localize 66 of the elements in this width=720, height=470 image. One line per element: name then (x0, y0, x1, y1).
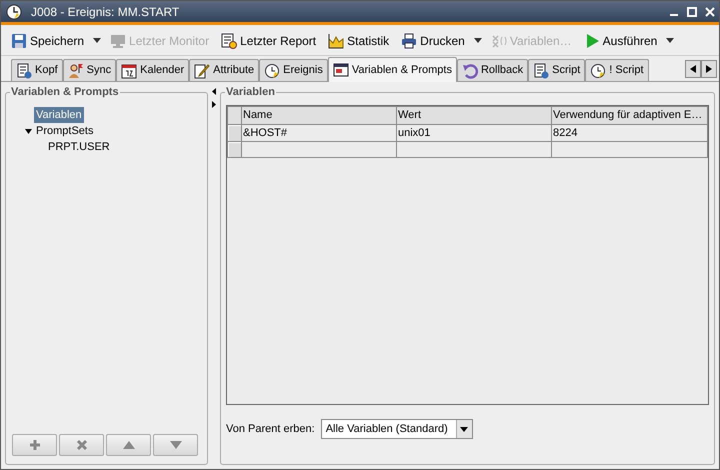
calendar-icon (121, 62, 138, 78)
right-arrow-icon (706, 65, 712, 73)
window-icon (332, 62, 349, 78)
tab[interactable]: Variablen & Prompts (328, 57, 457, 82)
toolbar-button[interactable]: Speichern (9, 28, 86, 52)
row-header[interactable] (228, 142, 242, 158)
toolbar-button[interactable]: Letzter Report (219, 28, 318, 52)
clock-icon (264, 62, 280, 78)
window-title: J008 - Ereignis: MM.START (31, 4, 180, 20)
move-up-button[interactable] (106, 434, 151, 456)
table-cell[interactable] (242, 142, 396, 158)
left-arrow-icon (690, 65, 696, 73)
person-flag-icon (68, 62, 84, 78)
column-header[interactable]: Name (242, 106, 396, 124)
column-header[interactable]: Wert (396, 106, 552, 124)
tab[interactable]: Kopf (11, 59, 63, 81)
add-button[interactable] (12, 434, 57, 456)
clock-icon (590, 62, 606, 78)
plus-icon (28, 438, 42, 452)
toolbar-button[interactable]: Statistik (326, 28, 392, 52)
document-icon (16, 62, 32, 78)
row-header[interactable] (228, 124, 242, 142)
collapse-left-icon[interactable] (212, 88, 216, 95)
table-cell[interactable] (396, 142, 552, 158)
dropdown-arrow-icon (460, 426, 468, 432)
panel-title: Variablen & Prompts (10, 84, 120, 100)
expand-right-icon[interactable] (212, 101, 216, 108)
variables-icon (490, 32, 507, 48)
inherit-dropdown[interactable]: Alle Variablen (Standard) (320, 419, 473, 439)
printer-icon (401, 32, 418, 48)
tree-item[interactable]: PRPT.USER (46, 138, 112, 156)
tab[interactable]: Script (528, 59, 586, 81)
pencil-icon (194, 62, 210, 78)
tab[interactable]: Sync (62, 59, 116, 81)
caret-icon (474, 38, 482, 43)
tree-item[interactable]: PromptSets (34, 122, 96, 140)
chart-icon (328, 32, 344, 48)
scroll-right-button[interactable] (701, 60, 717, 78)
close-icon[interactable] (705, 6, 715, 16)
table-cell[interactable] (552, 142, 708, 158)
caret-icon (666, 38, 674, 43)
table-cell[interactable]: 8224 (552, 124, 708, 142)
tab[interactable]: Kalender (116, 59, 190, 81)
tab[interactable]: Rollback (456, 59, 528, 81)
maximize-icon[interactable] (687, 6, 697, 16)
scroll-left-button[interactable] (685, 60, 701, 78)
undo-arrow-icon (462, 62, 478, 78)
document-icon (533, 62, 550, 78)
tab[interactable]: Attribute (189, 59, 260, 81)
cross-icon (74, 438, 88, 452)
caret-icon (93, 38, 102, 43)
field-label: Von Parent erben: (226, 422, 315, 437)
tab[interactable]: Ereignis (259, 59, 328, 81)
tab[interactable]: ! Script (585, 59, 648, 81)
table-cell[interactable]: unix01 (396, 124, 552, 142)
column-header[interactable]: Verwendung für adaptiven E… (552, 106, 708, 124)
clock-icon (5, 2, 23, 20)
tree-item[interactable]: Variablen (34, 106, 84, 124)
table-cell[interactable]: &HOST# (242, 124, 396, 142)
move-down-button[interactable] (153, 434, 198, 456)
report-clock-icon (221, 32, 238, 48)
toolbar-button[interactable]: Drucken (399, 28, 467, 52)
toolbar-button[interactable]: Ausführen (582, 28, 660, 52)
monitor-icon (110, 32, 126, 48)
expanded-arrow-icon[interactable] (24, 128, 32, 134)
delete-button[interactable] (59, 434, 104, 456)
